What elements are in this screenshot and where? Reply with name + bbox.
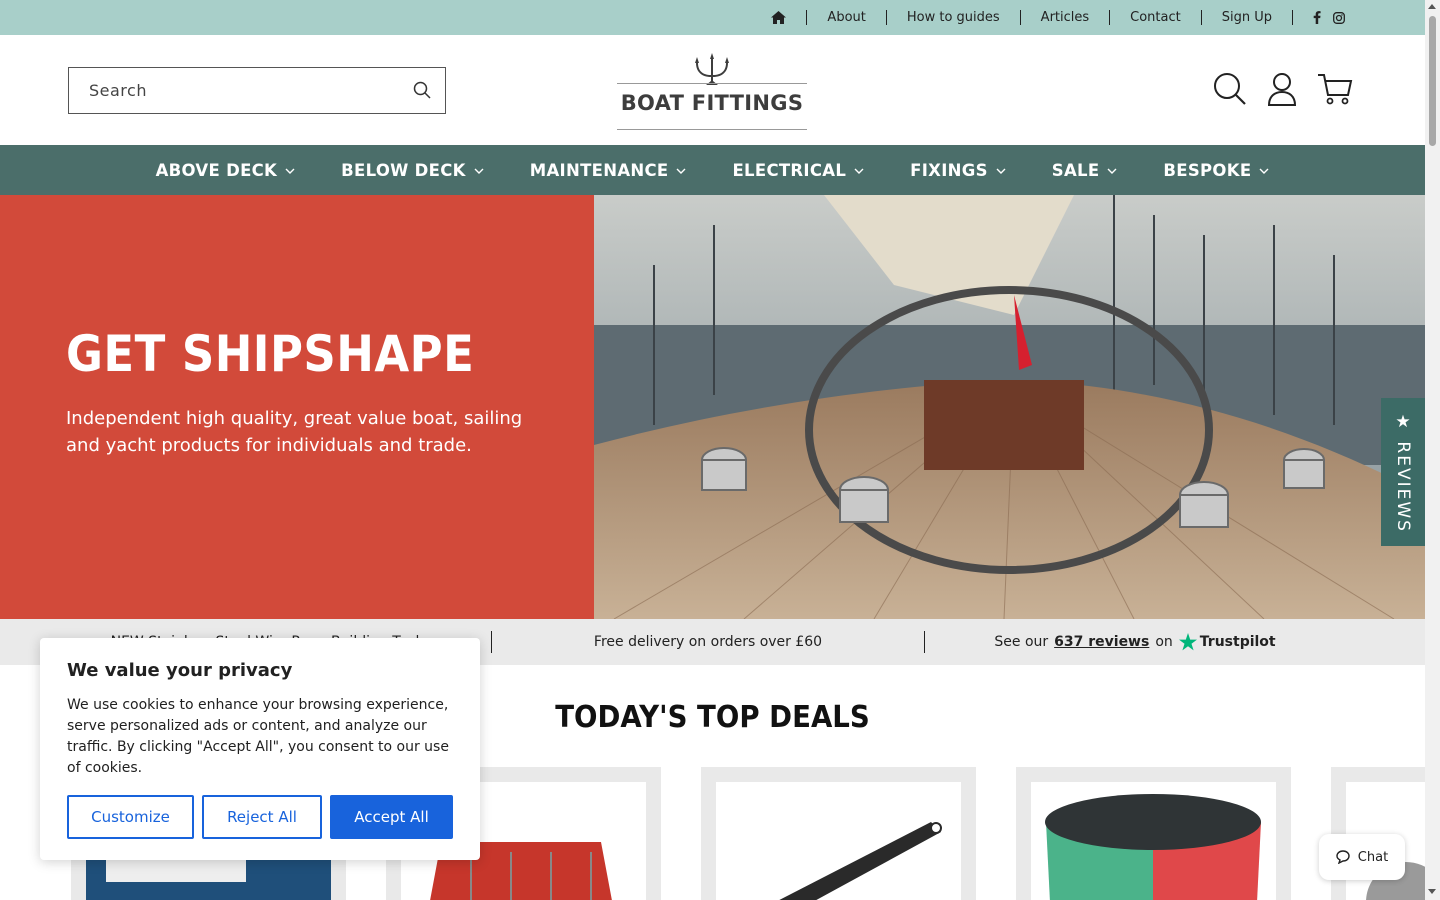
nav-below-deck[interactable]: BELOW DECK <box>318 161 507 180</box>
nav-fixings[interactable]: FIXINGS <box>887 161 1029 180</box>
accept-all-button[interactable]: Accept All <box>330 795 453 839</box>
scrollbar-thumb[interactable] <box>1429 16 1436 146</box>
hero-title: GET SHIPSHAPE <box>66 325 475 383</box>
about-link[interactable]: About <box>827 10 865 25</box>
search-input[interactable] <box>69 68 389 113</box>
nav-bespoke[interactable]: BESPOKE <box>1140 161 1292 180</box>
chat-icon <box>1336 850 1350 864</box>
facebook-icon[interactable] <box>1313 11 1321 24</box>
trustpilot-logo[interactable]: Trustpilot <box>1178 633 1276 651</box>
nav-sale[interactable]: SALE <box>1029 161 1141 180</box>
deal-card[interactable] <box>701 767 976 900</box>
account-icon[interactable] <box>1267 72 1297 110</box>
deal-card[interactable] <box>1016 767 1291 900</box>
trustpilot-star-icon <box>1178 633 1197 651</box>
nav-electrical[interactable]: ELECTRICAL <box>709 161 887 180</box>
chevron-down-icon <box>1107 168 1117 174</box>
site-header: BOAT FITTINGS <box>0 35 1425 145</box>
cookie-consent-dialog: We value your privacy We use cookies to … <box>40 638 480 860</box>
chevron-down-icon <box>474 168 484 174</box>
reject-all-button[interactable]: Reject All <box>202 795 322 839</box>
page-scrollbar[interactable] <box>1425 0 1440 900</box>
info-reviews: See our 637 reviews on Trustpilot <box>994 633 1276 651</box>
sign-up-link[interactable]: Sign Up <box>1222 10 1272 25</box>
reviews-side-tab[interactable]: ★ REVIEWS <box>1381 398 1425 546</box>
articles-link[interactable]: Articles <box>1041 10 1089 25</box>
site-logo[interactable]: BOAT FITTINGS <box>615 49 809 131</box>
chat-button[interactable]: Chat <box>1319 834 1405 880</box>
chevron-down-icon <box>285 168 295 174</box>
instagram-icon[interactable] <box>1333 11 1345 24</box>
hero-subtitle: Independent high quality, great value bo… <box>66 408 523 456</box>
chevron-down-icon <box>676 168 686 174</box>
trident-icon <box>695 53 729 85</box>
logo-text: BOAT FITTINGS <box>620 91 804 115</box>
home-icon[interactable] <box>771 11 787 24</box>
utility-bar: About How to guides Articles Contact Sig… <box>0 0 1425 35</box>
main-navigation: ABOVE DECK BELOW DECK MAINTENANCE ELECTR… <box>0 145 1425 195</box>
cookie-body: We use cookies to enhance your browsing … <box>67 697 449 776</box>
reviews-count-link[interactable]: 637 reviews <box>1054 634 1149 650</box>
nav-above-deck[interactable]: ABOVE DECK <box>133 161 319 180</box>
page: About How to guides Articles Contact Sig… <box>0 0 1425 900</box>
chevron-down-icon <box>996 168 1006 174</box>
cookie-title: We value your privacy <box>67 660 293 681</box>
info-free-delivery: Free delivery on orders over £60 <box>593 634 823 650</box>
hero-image-yacht-deck <box>594 195 1425 619</box>
chevron-down-icon <box>1259 168 1269 174</box>
search-submit-icon[interactable] <box>413 81 431 103</box>
how-to-guides-link[interactable]: How to guides <box>907 10 1000 25</box>
search-icon[interactable] <box>1213 72 1247 110</box>
hero-text-panel: GET SHIPSHAPE Independent high quality, … <box>0 195 594 619</box>
search-box <box>68 67 446 114</box>
customize-button[interactable]: Customize <box>67 795 194 839</box>
contact-link[interactable]: Contact <box>1130 10 1181 25</box>
hero-banner: GET SHIPSHAPE Independent high quality, … <box>0 195 1425 619</box>
chevron-down-icon <box>854 168 864 174</box>
nav-maintenance[interactable]: MAINTENANCE <box>507 161 710 180</box>
cart-icon[interactable] <box>1317 72 1353 110</box>
